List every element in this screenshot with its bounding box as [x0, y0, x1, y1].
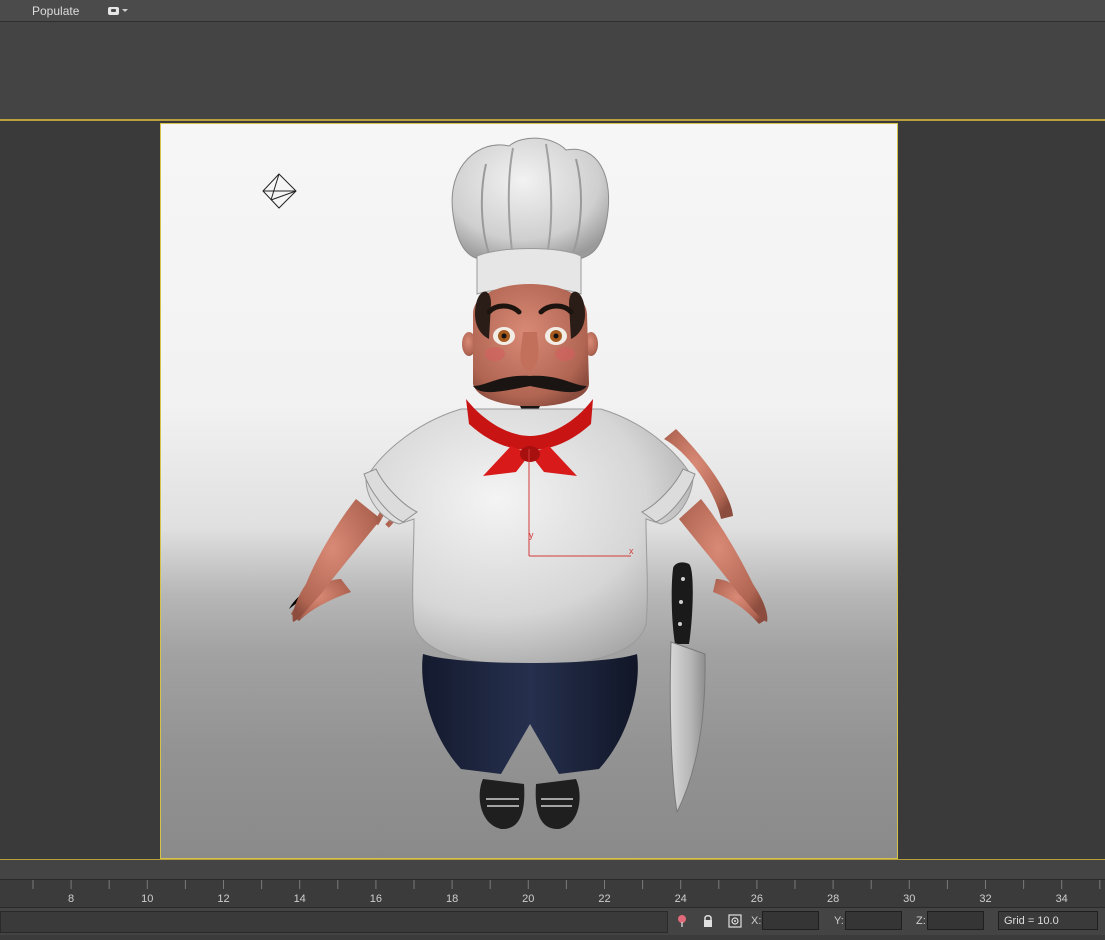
ruler-tick-label: 14: [294, 893, 306, 905]
lock-icon[interactable]: [700, 913, 716, 929]
pin-icon[interactable]: [674, 913, 690, 929]
chef-hat: [451, 137, 610, 295]
gizmo-x-label: x: [629, 546, 634, 556]
x-label: X:: [751, 915, 762, 927]
ruler-tick-label: 24: [675, 893, 687, 905]
app-window: Populate y x 8 10 12 14 16 18 20 22 24 2…: [0, 0, 1105, 940]
ruler-tick-label: 16: [370, 893, 382, 905]
prompt-line: [0, 911, 668, 933]
z-coordinate-field[interactable]: [927, 911, 984, 930]
bottom-strip: [0, 935, 1105, 940]
ruler-tick-label: 30: [903, 893, 915, 905]
menu-bar: Populate: [0, 0, 1105, 22]
ruler-tick-label: 32: [979, 893, 991, 905]
viewport-dropdown-icon: [108, 6, 119, 15]
ruler-tick-label: 20: [522, 893, 534, 905]
gizmo-y-label: y: [529, 530, 534, 540]
chef-pants: [422, 654, 638, 774]
viewport-dropdown-button[interactable]: [108, 4, 136, 17]
chef-shoes: [479, 779, 580, 830]
chevron-down-icon: [122, 9, 128, 12]
ruler-tick-label: 10: [141, 893, 153, 905]
ruler-tick-label: 12: [217, 893, 229, 905]
y-coordinate-field[interactable]: [845, 911, 902, 930]
y-label: Y:: [834, 915, 844, 927]
ruler-tick-label: 34: [1056, 893, 1068, 905]
ruler-tick-label: 18: [446, 893, 458, 905]
ruler-ticks: 8 10 12 14 16 18 20 22 24 26 28 30 32 34: [32, 880, 1101, 905]
light-icon[interactable]: [262, 173, 297, 209]
perspective-viewport[interactable]: y x: [0, 119, 1105, 860]
ruler-tick-label: 22: [598, 893, 610, 905]
ribbon-panel: [0, 22, 1105, 118]
z-label: Z:: [916, 915, 926, 927]
x-coordinate-field[interactable]: [762, 911, 819, 930]
timeline: 8 10 12 14 16 18 20 22 24 26 28 30 32 34: [0, 860, 1105, 908]
scene-render: y x: [262, 137, 768, 830]
time-ruler[interactable]: 8 10 12 14 16 18 20 22 24 26 28 30 32 34: [0, 879, 1105, 908]
grid-spacing-readout: Grid = 10.0: [998, 911, 1098, 930]
target-icon[interactable]: [727, 913, 743, 929]
ruler-tick-label: 8: [68, 893, 74, 905]
ruler-tick-label: 26: [751, 893, 763, 905]
chef-knife: [669, 562, 706, 814]
safe-frame: y x: [160, 123, 898, 859]
ruler-tick-label: 28: [827, 893, 839, 905]
chef-head: [462, 284, 598, 426]
menu-populate[interactable]: Populate: [32, 4, 79, 18]
